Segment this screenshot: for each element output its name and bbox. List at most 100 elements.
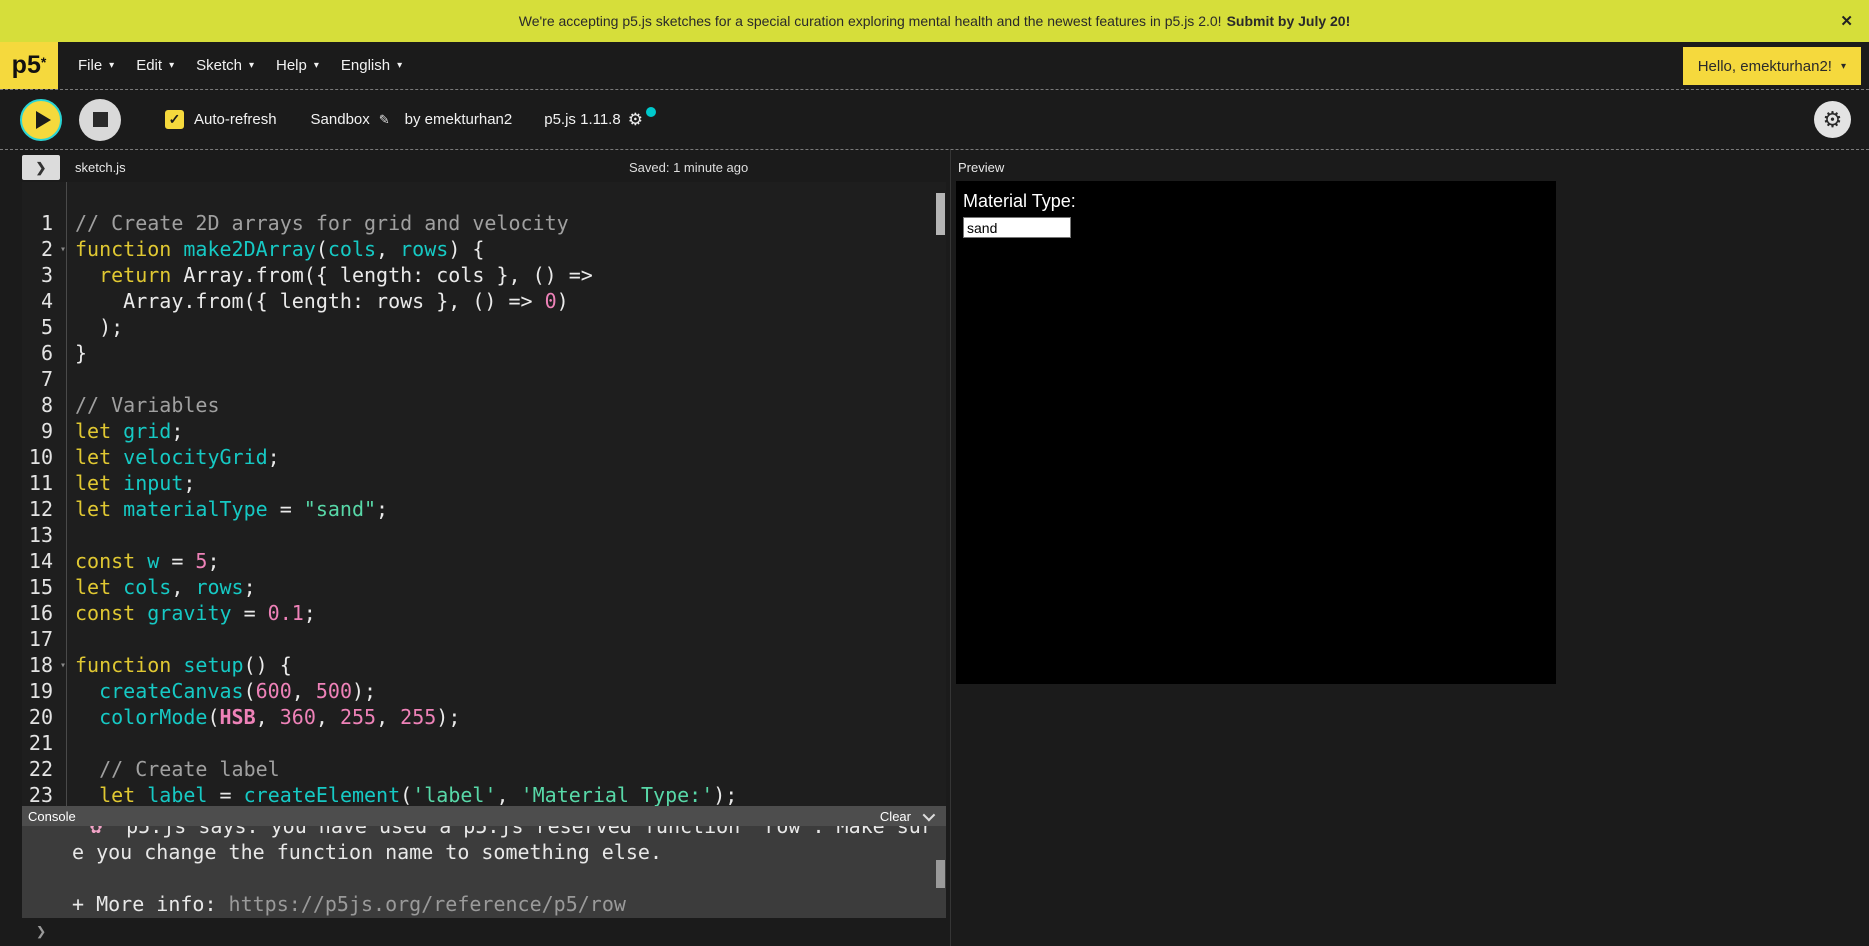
menu-english[interactable]: English▾ [330, 42, 413, 89]
notification-dot [646, 107, 656, 117]
play-button[interactable] [20, 99, 62, 141]
code-line [75, 626, 934, 652]
check-icon: ✓ [169, 111, 181, 128]
line-number: 21 [22, 730, 66, 756]
code-line [75, 366, 934, 392]
chevron-down-icon: ▾ [1841, 61, 1846, 72]
console-clear-button[interactable]: Clear [880, 809, 911, 824]
line-number: 13 [22, 522, 66, 548]
menu-edit[interactable]: Edit▾ [125, 42, 185, 89]
autorefresh-label: Auto-refresh [194, 111, 277, 128]
code-line: let velocityGrid; [75, 444, 934, 470]
banner-message: We're accepting p5.js sketches for a spe… [519, 13, 1222, 29]
material-type-input[interactable] [963, 217, 1071, 238]
settings-button[interactable]: ⚙ [1814, 101, 1851, 138]
console-title: Console [28, 809, 76, 824]
code-line: let input; [75, 470, 934, 496]
code-line: function setup() { [75, 652, 934, 678]
close-icon[interactable]: ✕ [1840, 12, 1853, 30]
prompt-chevron-icon: ❯ [36, 922, 46, 942]
console-scrollbar[interactable] [936, 860, 945, 888]
line-number: 9 [22, 418, 66, 444]
console-prompt[interactable]: ❯ [22, 918, 946, 946]
code-line: ); [75, 314, 934, 340]
code-line: // Variables [75, 392, 934, 418]
line-number: 5 [22, 314, 66, 340]
autorefresh-checkbox[interactable]: ✓ [165, 110, 184, 129]
line-number: 17 [22, 626, 66, 652]
code-line: function make2DArray(cols, rows) { [75, 236, 934, 262]
sidebar-expand-button[interactable]: ❯ [22, 155, 60, 180]
line-number: 10 [22, 444, 66, 470]
chevron-down-icon: ▾ [109, 60, 114, 71]
console-collapse-icon[interactable] [923, 808, 936, 821]
play-icon [36, 111, 51, 129]
menu-sketch[interactable]: Sketch▾ [185, 42, 265, 89]
line-number: 6 [22, 340, 66, 366]
menu-file[interactable]: File▾ [67, 42, 125, 89]
line-number: 19 [22, 678, 66, 704]
edit-pencil-icon[interactable]: ✎ [379, 112, 390, 128]
code-line: // Create 2D arrays for grid and velocit… [75, 210, 934, 236]
editor-code[interactable]: // Create 2D arrays for grid and velocit… [68, 182, 934, 806]
banner-cta-link[interactable]: Submit by July 20! [1227, 13, 1351, 29]
line-number: 1 [22, 210, 66, 236]
code-line: let label = createElement('label', 'Mate… [75, 782, 934, 806]
code-line: } [75, 340, 934, 366]
code-line: const w = 5; [75, 548, 934, 574]
line-number: 18▾ [22, 652, 66, 678]
code-line: let cols, rows; [75, 574, 934, 600]
tab-sketch-js[interactable]: sketch.js [75, 160, 126, 175]
line-number: 8 [22, 392, 66, 418]
line-number: 20 [22, 704, 66, 730]
code-line: const gravity = 0.1; [75, 600, 934, 626]
code-line: colorMode(HSB, 360, 255, 255); [75, 704, 934, 730]
chevron-right-icon: ❯ [36, 160, 47, 176]
p5-flower-icon: ✿ [90, 826, 102, 838]
line-number: 11 [22, 470, 66, 496]
chevron-down-icon: ▾ [397, 60, 402, 71]
stop-button[interactable] [79, 99, 121, 141]
code-line: let grid; [75, 418, 934, 444]
code-line: createCanvas(600, 500); [75, 678, 934, 704]
code-line: return Array.from({ length: cols }, () =… [75, 262, 934, 288]
code-line [75, 730, 934, 756]
announcement-banner: We're accepting p5.js sketches for a spe… [0, 0, 1869, 42]
account-menu-button[interactable]: Hello, emekturhan2! ▾ [1683, 47, 1861, 85]
reference-link[interactable]: https://p5js.org/reference/p5/row [229, 892, 626, 916]
console-line: ✿ p5.js says: you have used a p5.js rese… [72, 826, 946, 839]
chevron-down-icon: ▾ [249, 60, 254, 71]
line-number: 4 [22, 288, 66, 314]
console-log: ✿ p5.js says: you have used a p5.js rese… [22, 826, 946, 918]
stop-icon [93, 112, 108, 127]
version-gear-icon[interactable]: ⚙ [628, 110, 643, 130]
sketch-toolbar: ✓ Auto-refresh Sandbox ✎ by emekturhan2 … [0, 90, 1869, 150]
fold-arrow-icon[interactable]: ▾ [60, 237, 66, 263]
editor-scrollbar[interactable] [936, 193, 945, 235]
menu-help[interactable]: Help▾ [265, 42, 330, 89]
pane-divider [950, 150, 951, 946]
line-number: 2▾ [22, 236, 66, 262]
line-number: 23 [22, 782, 66, 806]
chevron-down-icon: ▾ [314, 60, 319, 71]
sketch-canvas: Material Type: [956, 181, 1556, 684]
editor-gutter: 12▾3456789101112131415161718▾1920212223 [22, 182, 67, 806]
code-line: // Create label [75, 756, 934, 782]
p5-logo[interactable]: p5* [0, 42, 58, 89]
project-byline: by emekturhan2 [405, 111, 513, 128]
line-number: 7 [22, 366, 66, 392]
main-navbar: p5* File▾Edit▾Sketch▾Help▾English▾ Hello… [0, 42, 1869, 90]
fold-arrow-icon[interactable]: ▾ [60, 653, 66, 679]
preview-title: Preview [958, 160, 1004, 175]
line-number: 12 [22, 496, 66, 522]
editor-header: ❯ sketch.js Saved: 1 minute ago [22, 157, 946, 182]
line-number: 16 [22, 600, 66, 626]
console-line [72, 865, 946, 891]
code-line: Array.from({ length: rows }, () => 0) [75, 288, 934, 314]
gear-icon: ⚙ [1823, 107, 1843, 133]
console-line: + More info: https://p5js.org/reference/… [72, 891, 946, 917]
console-header: Console Clear [22, 806, 946, 826]
nav-menus: File▾Edit▾Sketch▾Help▾English▾ [67, 42, 413, 89]
project-name[interactable]: Sandbox [311, 111, 370, 128]
code-editor[interactable]: 12▾3456789101112131415161718▾1920212223 … [22, 182, 946, 806]
